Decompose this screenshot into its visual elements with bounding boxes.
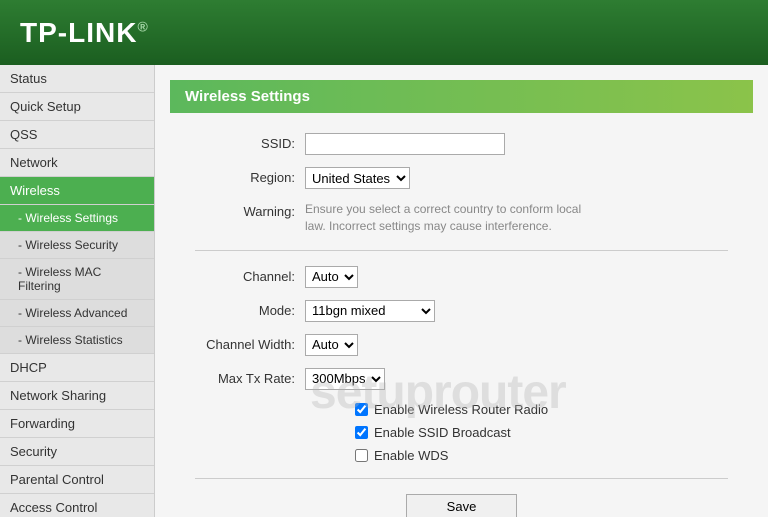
divider-2 [195,478,728,479]
sidebar-item-wireless-mac-filtering[interactable]: - Wireless MAC Filtering [0,259,154,300]
channel-field: Auto [305,266,748,288]
channel-width-field: Auto [305,334,748,356]
main-layout: Status Quick Setup QSS Network Wireless … [0,65,768,517]
logo-name: TP-LINK [20,17,137,48]
sidebar-item-wireless-security[interactable]: - Wireless Security [0,232,154,259]
checkbox-row-1: Enable Wireless Router Radio [355,402,748,417]
channel-width-select[interactable]: Auto [305,334,358,356]
channel-label: Channel: [175,266,305,284]
sidebar: Status Quick Setup QSS Network Wireless … [0,65,155,517]
max-tx-field: 300Mbps [305,368,748,390]
mode-select[interactable]: 11bgn mixed [305,300,435,322]
warning-field: Ensure you select a correct country to c… [305,201,748,235]
checkbox-row-2: Enable SSID Broadcast [355,425,748,440]
header: TP-LINK® [0,0,768,65]
sidebar-item-security[interactable]: Security [0,438,154,466]
channel-width-label: Channel Width: [175,334,305,352]
sidebar-item-wireless[interactable]: Wireless [0,177,154,205]
sidebar-item-wireless-statistics[interactable]: - Wireless Statistics [0,327,154,354]
region-select[interactable]: United States [305,167,410,189]
sidebar-item-parental-control[interactable]: Parental Control [0,466,154,494]
enable-ssid-broadcast-checkbox[interactable] [355,426,368,439]
channel-select[interactable]: Auto [305,266,358,288]
form-area: SSID: Region: United States Warning: Ens [155,123,768,517]
ssid-input[interactable] [305,133,505,155]
enable-wireless-radio-label: Enable Wireless Router Radio [374,402,548,417]
enable-wds-label: Enable WDS [374,448,448,463]
sidebar-item-access-control[interactable]: Access Control [0,494,154,517]
sidebar-item-status[interactable]: Status [0,65,154,93]
sidebar-item-network-sharing[interactable]: Network Sharing [0,382,154,410]
sidebar-item-dhcp[interactable]: DHCP [0,354,154,382]
page-title: Wireless Settings [170,80,753,113]
max-tx-label: Max Tx Rate: [175,368,305,386]
channel-row: Channel: Auto [175,266,748,288]
ssid-label: SSID: [175,133,305,151]
sidebar-item-forwarding[interactable]: Forwarding [0,410,154,438]
enable-wireless-radio-checkbox[interactable] [355,403,368,416]
ssid-row: SSID: [175,133,748,155]
max-tx-select[interactable]: 300Mbps [305,368,385,390]
save-button[interactable]: Save [406,494,518,517]
sidebar-item-wireless-advanced[interactable]: - Wireless Advanced [0,300,154,327]
enable-wds-checkbox[interactable] [355,449,368,462]
region-label: Region: [175,167,305,185]
sidebar-item-quick-setup[interactable]: Quick Setup [0,93,154,121]
region-row: Region: United States [175,167,748,189]
mode-label: Mode: [175,300,305,318]
max-tx-row: Max Tx Rate: 300Mbps [175,368,748,390]
save-row: Save [175,489,748,517]
warning-label: Warning: [175,201,305,219]
logo-dot: ® [137,18,148,34]
region-field: United States [305,167,748,189]
main-content: setuprouter Wireless Settings SSID: Regi… [155,65,768,517]
ssid-field [305,133,748,155]
divider-1 [195,250,728,251]
warning-text: Ensure you select a correct country to c… [305,201,605,235]
sidebar-item-network[interactable]: Network [0,149,154,177]
channel-width-row: Channel Width: Auto [175,334,748,356]
mode-field: 11bgn mixed [305,300,748,322]
sidebar-item-wireless-settings[interactable]: - Wireless Settings [0,205,154,232]
logo: TP-LINK® [20,17,149,49]
warning-row: Warning: Ensure you select a correct cou… [175,201,748,235]
enable-ssid-broadcast-label: Enable SSID Broadcast [374,425,511,440]
sidebar-item-qss[interactable]: QSS [0,121,154,149]
mode-row: Mode: 11bgn mixed [175,300,748,322]
checkbox-row-3: Enable WDS [355,448,748,463]
